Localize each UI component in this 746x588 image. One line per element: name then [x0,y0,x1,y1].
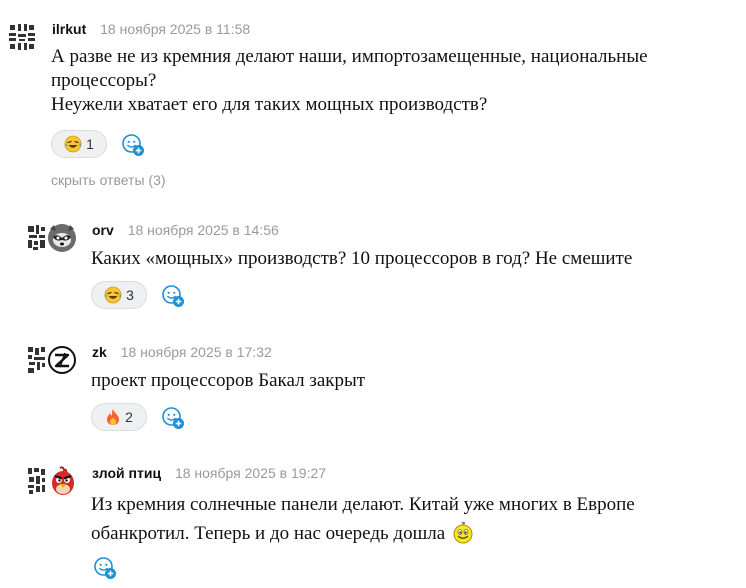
avatar-ilrkut[interactable] [7,22,37,57]
comment-line: Из кремния солнечные панели делают. Кита… [91,494,635,515]
comment-timestamp[interactable]: 18 ноября 2025 в 14:56 [128,222,279,238]
avatar-orv[interactable] [26,223,78,258]
comment-line: обанкротил. Теперь и до нас очередь дошл… [91,523,446,544]
add-reaction-button[interactable] [121,133,145,162]
reaction-pill-fire[interactable]: 2 [91,403,147,431]
comment-author[interactable]: злой птиц [92,465,161,481]
add-reaction-button[interactable] [93,556,117,585]
comment-author[interactable]: zk [92,344,107,360]
comment-timestamp[interactable]: 18 ноября 2025 в 11:58 [100,21,250,37]
yellow-smiley-face-icon [453,521,473,544]
reaction-count: 1 [86,136,94,152]
comment-body: А разве не из кремния делают наши, импор… [51,45,701,117]
comment-line: Каких «мощных» производств? 10 процессор… [91,248,633,269]
add-reaction-icon [162,285,184,307]
comment-author[interactable]: orv [92,222,114,238]
laughing-tears-emoji-icon [64,135,82,153]
comment-timestamp[interactable]: 18 ноября 2025 в 19:27 [175,465,326,481]
reaction-pill-laughing[interactable]: 3 [91,281,147,309]
fire-emoji-icon [107,409,120,425]
hide-replies-link[interactable]: скрыть ответы (3) [51,172,166,188]
pixel-identicon [7,22,37,52]
add-reaction-icon [94,557,116,579]
avatar-pair-icon [28,224,76,252]
add-reaction-icon [162,407,184,429]
comment-body: Из кремния солнечные панели делают. Кита… [91,490,741,548]
avatar-pair-icon [28,466,74,495]
comment-timestamp[interactable]: 18 ноября 2025 в 17:32 [121,344,272,360]
reaction-pill-laughing[interactable]: 1 [51,130,107,158]
laughing-tears-emoji-icon [104,286,122,304]
comment-body: проект процессоров Бакал закрыт [91,369,741,393]
add-reaction-button[interactable] [161,284,185,313]
avatar-angry-bird[interactable] [26,466,78,501]
avatar-pair-icon [28,346,76,374]
comment-line: процессоры? [51,70,157,91]
reaction-count: 2 [125,409,133,425]
comment-line: Неужели хватает его для таких мощных про… [51,94,488,115]
comment-body: Каких «мощных» производств? 10 процессор… [91,247,741,271]
comment-line: А разве не из кремния делают наши, импор… [51,46,648,67]
add-reaction-icon [122,134,144,156]
reaction-count: 3 [126,287,134,303]
avatar-zk[interactable] [26,345,78,380]
comment-line: проект процессоров Бакал закрыт [91,370,366,391]
comment-author[interactable]: ilrkut [52,21,86,37]
add-reaction-button[interactable] [161,406,185,435]
